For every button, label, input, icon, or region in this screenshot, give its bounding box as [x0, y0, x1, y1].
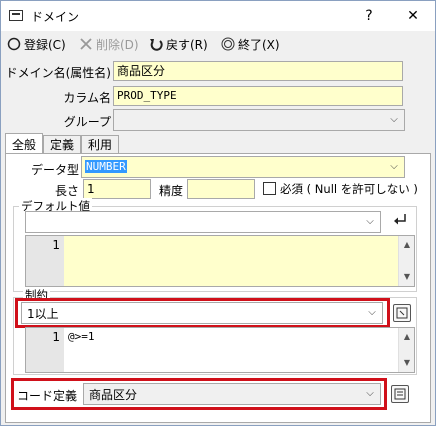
tab-usage[interactable]: 利用	[81, 135, 120, 155]
delete-button[interactable]: 削除(D)	[79, 35, 139, 53]
chevron-down-icon: ⌵	[366, 216, 374, 227]
register-button[interactable]: 登録(C)	[7, 35, 66, 53]
back-button[interactable]: 戻す(R)	[149, 35, 208, 53]
scroll-up-icon[interactable]: ▲	[399, 330, 415, 344]
length-label: 長さ	[54, 184, 79, 198]
toolbar	[1, 31, 435, 57]
cross-icon	[79, 37, 93, 51]
finish-label: 終了(X)	[238, 37, 280, 52]
tab-definition[interactable]: 定義	[43, 135, 82, 155]
datatype-value: NUMBER	[85, 160, 127, 173]
chevron-down-icon: ⌵	[390, 161, 398, 172]
insert-icon[interactable]	[391, 211, 409, 229]
default-value-select[interactable]: ⌵	[25, 211, 381, 233]
required-label: 必須 ( Null を許可しない )	[280, 182, 418, 196]
datatype-select[interactable]: NUMBER ⌵	[81, 156, 405, 178]
constraint-select[interactable]: 1以上 ⌵	[21, 302, 383, 324]
constraint-editor[interactable]: 1 @>=1 ▲ ▼	[25, 327, 415, 373]
length-field[interactable]: 1	[83, 179, 151, 199]
code-def-select[interactable]: 商品区分 ⌵	[83, 383, 381, 405]
help-button[interactable]: ?	[359, 6, 379, 26]
delete-label: 削除(D)	[96, 37, 139, 52]
line-number: 1	[26, 328, 64, 372]
precision-field[interactable]	[187, 179, 255, 199]
chevron-down-icon: ⌵	[390, 114, 398, 125]
chevron-down-icon: ⌵	[368, 307, 376, 318]
column-name-field[interactable]: PROD_TYPE	[113, 86, 403, 106]
exit-icon	[221, 37, 235, 51]
code-def-list-icon[interactable]	[391, 385, 409, 403]
close-button[interactable]: ✕	[403, 6, 423, 26]
group-label: グループ	[63, 115, 111, 129]
line-number: 1	[26, 236, 64, 286]
tab-general[interactable]: 全般	[5, 133, 44, 155]
code-def-label: コード定義	[17, 389, 78, 403]
finish-button[interactable]: 終了(X)	[221, 35, 280, 53]
code-def-value: 商品区分	[89, 388, 138, 402]
required-checkbox[interactable]	[263, 182, 276, 195]
scrollbar[interactable]: ▲ ▼	[398, 328, 414, 372]
undo-icon	[149, 37, 163, 51]
back-label: 戻す(R)	[166, 37, 208, 52]
scroll-down-icon[interactable]: ▼	[399, 356, 415, 370]
circle-icon	[7, 37, 21, 51]
chevron-down-icon: ⌵	[366, 388, 374, 399]
precision-label: 精度	[158, 184, 183, 198]
group-select[interactable]: ⌵	[113, 109, 405, 131]
window-icon	[9, 10, 23, 21]
tab-bar: 全般 定義 利用	[5, 133, 120, 155]
default-value-editor[interactable]: 1 ▲ ▼	[25, 235, 415, 287]
scrollbar[interactable]: ▲ ▼	[398, 236, 414, 286]
window-title: ドメイン	[31, 10, 80, 24]
domain-name-field[interactable]: 商品区分	[113, 61, 403, 81]
datatype-label: データ型	[30, 163, 79, 177]
scroll-up-icon[interactable]: ▲	[399, 238, 415, 252]
domain-name-label: ドメイン名(属性名)	[5, 66, 111, 80]
constraint-value: 1以上	[27, 307, 59, 321]
register-label: 登録(C)	[24, 37, 66, 52]
column-name-label: カラム名	[63, 91, 111, 105]
constraint-edit-icon[interactable]	[393, 304, 411, 322]
scroll-down-icon[interactable]: ▼	[399, 270, 415, 284]
domain-dialog: ドメイン ? ✕ 登録(C) 削除(D) 戻す(R) 終了(X) ドメイン名(属…	[0, 0, 436, 426]
constraint-code: @>=1	[68, 330, 95, 343]
